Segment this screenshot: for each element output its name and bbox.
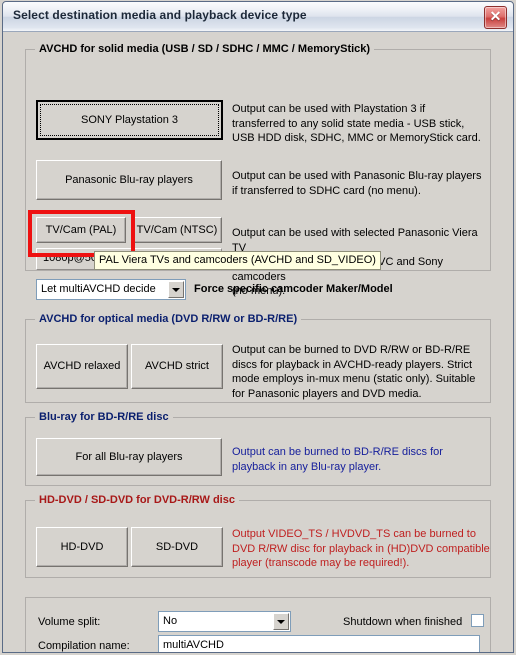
tv-cam-pal-button[interactable]: TV/Cam (PAL) — [36, 217, 126, 243]
avchd-optical-description: Output can be burned to DVD R/RW or BD-R… — [232, 344, 476, 400]
screenshot-root: Select destination media and playback de… — [0, 0, 516, 655]
hddvd-description: Output VIDEO_TS / HVDVD_TS can be burned… — [232, 528, 490, 569]
close-icon: ✕ — [489, 8, 502, 24]
shutdown-when-finished-label: Shutdown when finished — [343, 616, 463, 628]
sony-playstation-3-description: Output can be used with Playstation 3 if… — [232, 103, 481, 144]
bluray-description: Output can be burned to BD-R/RE discs fo… — [232, 446, 443, 473]
title-bar: Select destination media and playback de… — [3, 2, 513, 32]
tv-cam-ntsc-button-label: TV/Cam (NTSC) — [136, 224, 218, 236]
compilation-name-input[interactable]: multiAVCHD — [158, 635, 480, 652]
tv-cam-ntsc-button[interactable]: TV/Cam (NTSC) — [132, 217, 222, 243]
avchd-relaxed-button-label: AVCHD relaxed — [43, 360, 121, 372]
panasonic-bluray-players-description: Output can be used with Panasonic Blu-ra… — [232, 170, 482, 197]
tv-cam-pal-button-label: TV/Cam (PAL) — [45, 224, 117, 236]
dialog-window: Select destination media and playback de… — [2, 1, 514, 653]
hd-dvd-button-label: HD-DVD — [60, 541, 104, 553]
compilation-name-input-value: multiAVCHD — [163, 639, 224, 651]
chevron-down-icon — [172, 287, 180, 292]
avchd-relaxed-button[interactable]: AVCHD relaxed — [36, 344, 128, 389]
camcoder-maker-label: Force specific camcoder Maker/Model — [194, 283, 393, 295]
panasonic-bluray-players-button-label: Panasonic Blu-ray players — [65, 174, 193, 186]
resolution-selector-value: 1080p@50f — [43, 252, 101, 264]
avchd-strict-button-label: AVCHD strict — [145, 360, 209, 372]
camcoder-maker-combo[interactable]: Let multiAVCHD decide — [36, 279, 186, 300]
shutdown-when-finished-checkbox[interactable] — [471, 614, 484, 627]
avchd-strict-button[interactable]: AVCHD strict — [131, 344, 223, 389]
group-legend-optical-media: AVCHD for optical media (DVD R/RW or BD-… — [35, 313, 302, 325]
sd-dvd-button-label: SD-DVD — [155, 541, 199, 553]
volume-split-combo-value: No — [163, 615, 178, 627]
tv-cam-pal-tooltip: PAL Viera TVs and camcoders (AVCHD and S… — [94, 251, 381, 270]
window-title: Select destination media and playback de… — [13, 8, 307, 22]
chevron-down-icon — [277, 619, 285, 624]
sd-dvd-button[interactable]: SD-DVD — [131, 527, 223, 567]
volume-split-combo-button[interactable] — [273, 613, 289, 630]
volume-split-label: Volume split: — [38, 616, 101, 628]
close-button[interactable]: ✕ — [484, 6, 507, 29]
for-all-bluray-players-button-label: For all Blu-ray players — [75, 451, 183, 463]
volume-split-combo[interactable]: No — [158, 611, 291, 632]
group-legend-solid-media: AVCHD for solid media (USB / SD / SDHC /… — [35, 43, 375, 55]
group-legend-hddvd: HD-DVD / SD-DVD for DVD-R/RW disc — [35, 494, 239, 506]
panasonic-bluray-players-button[interactable]: Panasonic Blu-ray players — [36, 160, 222, 200]
group-legend-bluray: Blu-ray for BD-R/RE disc — [35, 411, 173, 423]
hd-dvd-button[interactable]: HD-DVD — [36, 527, 128, 567]
for-all-bluray-players-button[interactable]: For all Blu-ray players — [36, 438, 222, 476]
camcoder-maker-combo-button[interactable] — [168, 281, 184, 298]
sony-playstation-3-button-label: SONY Playstation 3 — [80, 114, 178, 126]
dialog-client-area: AVCHD for solid media (USB / SD / SDHC /… — [3, 32, 513, 652]
sony-playstation-3-button[interactable]: SONY Playstation 3 — [36, 100, 223, 140]
camcoder-maker-combo-value: Let multiAVCHD decide — [41, 283, 156, 295]
compilation-name-label: Compilation name: — [38, 640, 130, 652]
